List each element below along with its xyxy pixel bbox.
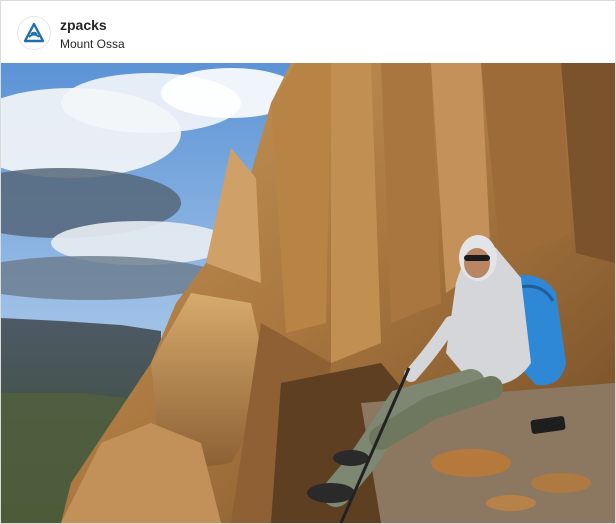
- post-username[interactable]: zpacks: [60, 17, 107, 33]
- hiker-on-rock-photo: [1, 63, 615, 523]
- post-location[interactable]: Mount Ossa: [60, 37, 125, 51]
- instagram-post-card: zpacks Mount Ossa: [0, 0, 616, 524]
- zpacks-logo-icon: [23, 22, 45, 43]
- avatar[interactable]: [17, 16, 51, 50]
- post-photo[interactable]: [1, 63, 615, 523]
- post-header: zpacks Mount Ossa: [1, 1, 615, 63]
